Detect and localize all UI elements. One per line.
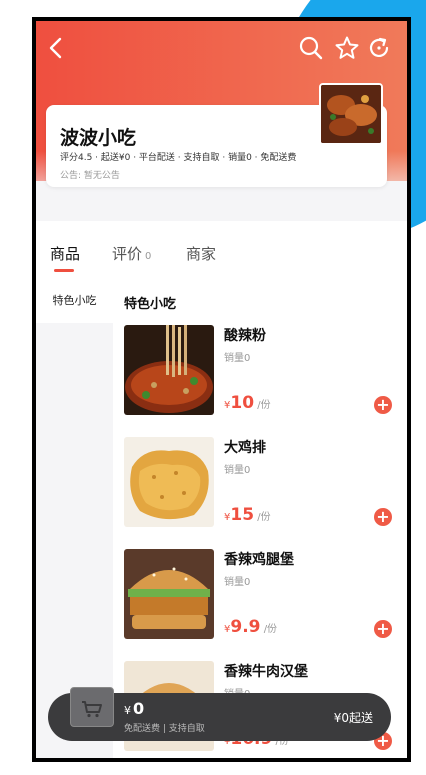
price-value: 9.9 [230,617,261,637]
tab-products[interactable]: 商品 [50,243,80,264]
price-unit: /份 [263,624,278,635]
tab-bar: 商品 评价 0 商家 [36,221,407,281]
item-image [124,437,214,527]
price-unit: /份 [257,400,271,411]
item-price: ¥9.9 /份 [224,617,277,637]
tab-products-label: 商品 [50,245,81,263]
menu-item[interactable]: 酸辣粉 销量0 ¥10 /份 + [124,325,394,425]
item-sales: 销量0 [224,465,251,476]
phone-frame: 波波小吃 评分4.5 · 起送¥0 · 平台配送 · 支持自取 · 销量0 · … [32,17,411,762]
store-meta: 评分4.5 · 起送¥0 · 平台配送 · 支持自取 · 销量0 · 免配送费 [60,153,297,163]
add-to-cart-button[interactable]: + [374,508,392,526]
tab-reviews-label: 评价 [112,245,143,263]
tab-active-indicator [54,269,74,272]
top-bar [36,29,407,69]
item-image [124,325,214,415]
cart-currency: ¥ [124,704,131,717]
star-icon[interactable] [334,35,360,61]
back-arrow-icon[interactable] [44,35,70,61]
share-icon[interactable] [366,35,392,61]
menu-item[interactable]: 大鸡排 销量0 ¥15 /份 + [124,437,394,537]
add-to-cart-button[interactable]: + [374,396,392,414]
item-image [124,549,214,639]
category-title: 特色小吃 [124,297,177,312]
price-unit: /份 [257,512,271,523]
tab-merchant-label: 商家 [186,245,217,263]
cart-total-value: 0 [133,699,145,718]
item-sales: 销量0 [224,577,251,588]
item-price: ¥10 /份 [224,393,271,413]
item-sales: 销量0 [224,353,251,364]
item-name: 大鸡排 [224,440,266,456]
menu-item[interactable]: 香辣鸡腿堡 销量0 ¥9.9 /份 + [124,549,394,649]
price-value: 10 [230,393,255,413]
add-to-cart-button[interactable]: + [374,620,392,638]
search-icon[interactable] [298,35,324,61]
item-name: 香辣鸡腿堡 [224,552,294,568]
tab-merchant[interactable]: 商家 [186,243,216,264]
tab-reviews-count: 0 [145,251,152,262]
sidebar-item-specialty-snacks[interactable]: 特色小吃 [36,281,113,323]
store-logo [319,83,383,145]
cart-bar[interactable]: ¥0 免配送费 | 支持自取 ¥0起送 [48,687,391,741]
min-order-label: ¥0起送 [333,711,373,725]
cart-total: ¥0 [124,699,144,718]
store-name: 波波小吃 [60,127,137,149]
cart-icon[interactable] [70,687,114,727]
store-notice: 公告: 暂无公告 [60,171,120,181]
item-name: 酸辣粉 [224,328,266,344]
tab-reviews[interactable]: 评价 0 [112,243,151,264]
item-price: ¥15 /份 [224,505,271,525]
cart-delivery-info: 免配送费 | 支持自取 [124,724,205,734]
price-value: 15 [230,505,255,525]
item-name: 香辣牛肉汉堡 [224,664,308,680]
